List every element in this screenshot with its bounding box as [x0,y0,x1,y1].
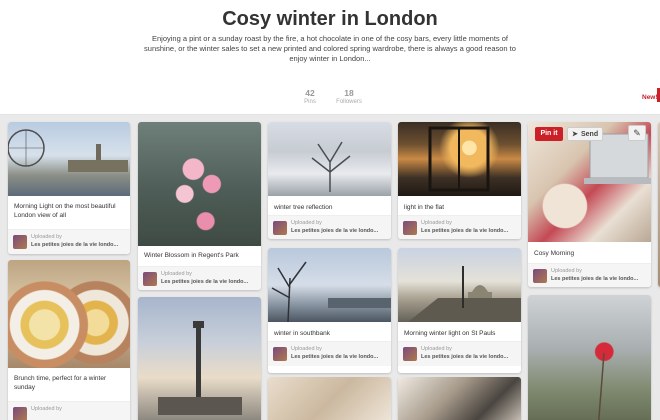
pin-card[interactable] [398,377,521,420]
pin-image[interactable] [268,248,391,323]
pin-it-button[interactable]: Pin it [535,127,563,141]
pin-image[interactable] [398,248,521,322]
avatar[interactable] [13,407,27,420]
pin-attribution[interactable]: Uploaded by Les petites joies de la vie … [268,215,391,239]
monument-column-illustration [158,321,242,415]
pin-image[interactable] [8,122,130,196]
uploaded-by-label: Uploaded by [291,220,322,226]
followers-count-value: 18 [344,88,354,98]
board-name-link[interactable]: Les petites joies de la vie londo... [421,228,508,234]
pin-card[interactable] [268,377,391,420]
pin-image[interactable] [268,377,391,420]
avatar[interactable] [533,269,547,283]
avatar[interactable] [13,235,27,249]
board-header: Cosy winter in London Enjoying a pint or… [0,0,660,115]
pin-attribution[interactable]: Uploaded by Les petites joies de la vie … [138,266,261,290]
pin-caption: Winter Blossom in Regent's Park [144,252,239,259]
red-flower-illustration [598,352,605,420]
pin-attribution[interactable]: Uploaded by Les petites joies de la vie … [528,263,651,287]
pin-image[interactable] [398,377,521,420]
board-name-link[interactable]: Les petites joies de la vie londo... [31,242,118,248]
pin-caption: light in the flat [404,204,445,211]
pin-card[interactable]: winter tree reflection Uploaded by Les p… [268,122,391,239]
pin-attribution[interactable]: Uploaded by Les petites joies de la vie … [398,215,521,239]
pin-image[interactable] [138,122,261,246]
avatar[interactable] [273,221,287,235]
pin-card[interactable]: Cosy Morning Uploaded by Les petites joi… [528,122,651,287]
pin-card[interactable]: Morning winter light on St Pauls Uploade… [398,248,521,373]
board-name-link[interactable]: Les petites joies de la vie londo... [291,354,378,360]
board-name-link[interactable]: Les petites joies de la vie londo... [291,228,378,234]
pin-card[interactable]: Morning Light on the most beautiful Lond… [8,122,130,254]
pin-caption: winter tree reflection [274,204,333,211]
uploaded-by-label: Uploaded by [291,346,322,352]
pin-image[interactable] [138,297,261,420]
pin-caption: Cosy Morning [534,250,575,257]
send-button[interactable]: ➤ Send [567,127,603,141]
uploaded-by-label: Uploaded by [161,271,192,277]
pin-image[interactable] [398,122,521,196]
board-title: Cosy winter in London [222,8,438,30]
paper-plane-icon: ➤ [572,131,578,138]
uploaded-by-label: Uploaded by [551,268,582,274]
window-frame-illustration [428,126,490,192]
uploaded-by-label: Uploaded by [31,234,62,240]
edit-pin-button[interactable]: ✎ [628,125,646,141]
avatar[interactable] [403,221,417,235]
pin-card[interactable] [138,297,261,420]
board-description: Enjoying a pint or a sunday roast by the… [144,34,516,63]
winter-tree-illustration [311,141,351,192]
pin-image[interactable] [268,122,391,196]
board-name-link[interactable]: Les petites joies de la vie londo... [161,279,248,285]
uploaded-by-label: Uploaded by [421,346,452,352]
followers-count-label: Followers [336,99,362,105]
pin-attribution[interactable]: Uploaded by Les petites joies de la vie … [268,341,391,366]
pin-card[interactable]: Winter Blossom in Regent's Park Uploaded… [138,122,261,290]
board-name-link[interactable]: Les petites joies de la vie londo... [421,354,508,360]
pin-caption: Morning winter light on St Pauls [404,330,496,337]
followers-count[interactable]: 18 Followers [319,88,379,105]
pin-caption: Morning Light on the most beautiful Lond… [14,203,116,219]
pin-attribution[interactable]: Uploaded by Les petites joies de la vie … [8,229,130,254]
st-pauls-illustration [408,266,521,322]
pin-attribution[interactable]: Uploaded by [8,401,130,420]
pin-card[interactable]: Brunch time, perfect for a winter sunday… [8,260,130,420]
pin-caption: winter in southbank [274,330,331,337]
send-button-label: Send [581,131,599,138]
avatar[interactable] [403,347,417,361]
southbank-tree-illustration [271,261,391,323]
avatar[interactable] [273,347,287,361]
pencil-icon: ✎ [633,128,641,138]
board-name-link[interactable]: Les petites joies de la vie londo... [551,276,638,282]
pin-card[interactable] [528,295,651,420]
uploaded-by-label: Uploaded by [421,220,452,226]
pin-card[interactable]: light in the flat Uploaded by Les petite… [398,122,521,239]
pin-image[interactable] [8,260,130,368]
london-eye-illustration [8,129,128,172]
pin-card[interactable]: winter in southbank Uploaded by Les peti… [268,248,391,373]
uploaded-by-label: Uploaded by [31,406,62,412]
pin-caption: Brunch time, perfect for a winter sunday [14,375,107,391]
avatar[interactable] [143,272,157,286]
new-badge[interactable]: New! [642,94,658,101]
pin-attribution[interactable]: Uploaded by Les petites joies de la vie … [398,341,521,366]
pin-image[interactable] [528,295,651,420]
pin-grid: Morning Light on the most beautiful Lond… [0,115,660,420]
